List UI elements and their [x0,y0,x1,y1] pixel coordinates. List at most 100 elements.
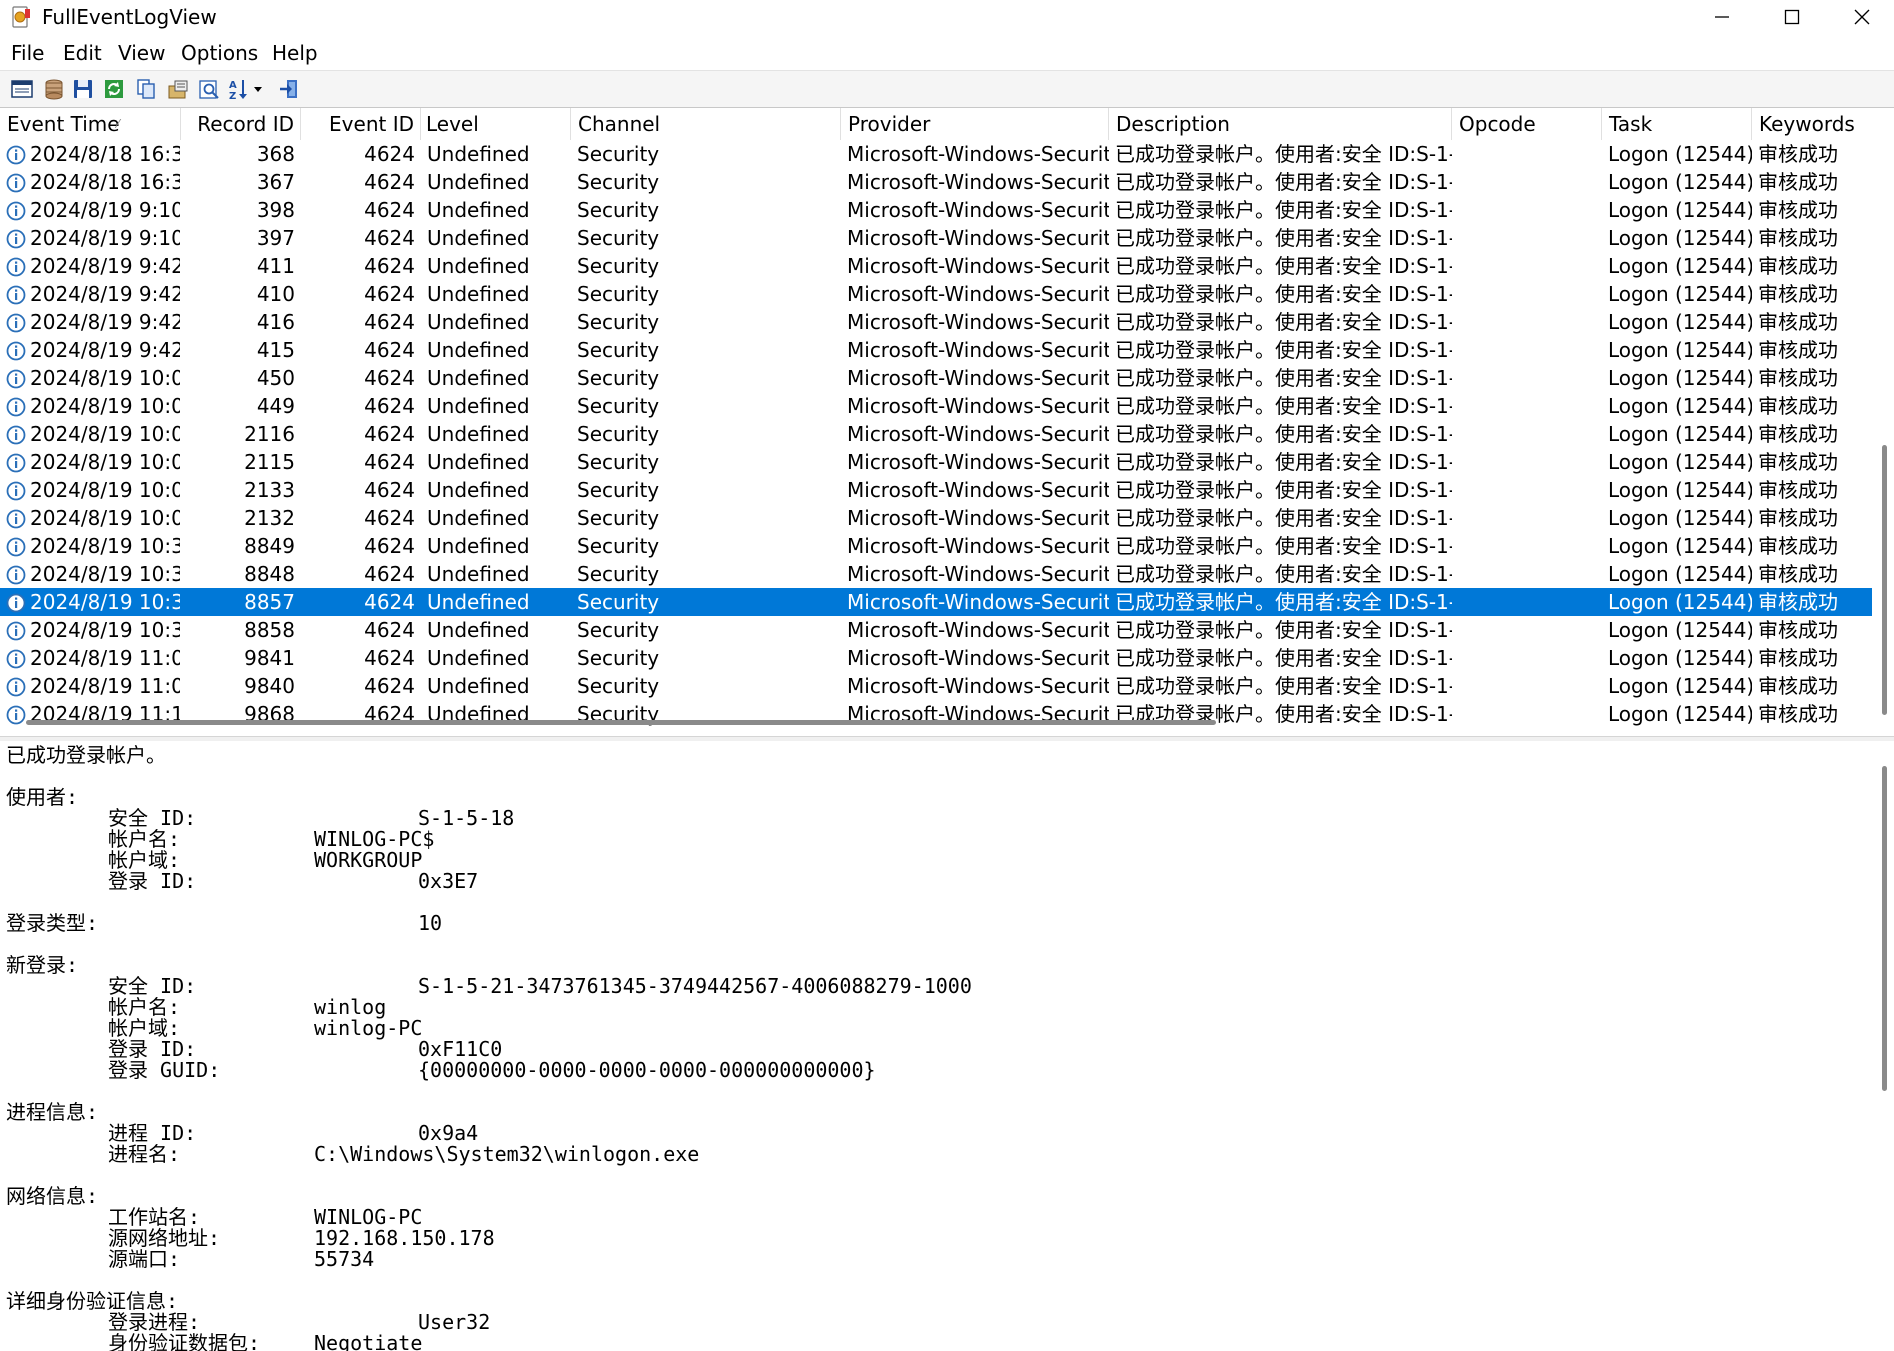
column-header-description[interactable]: Description [1109,108,1452,140]
table-row[interactable]: 2024/8/19 10:0... 449 4624 Undefined Securit… [0,392,1872,420]
column-header-event-id[interactable]: Event ID [301,108,421,140]
column-header-provider[interactable]: Provider [841,108,1109,140]
subject-field-value: S-1-5-18 [418,806,515,830]
table-row[interactable]: 2024/8/19 10:0... 2133 4624 Undefined Securi… [0,476,1872,504]
sort-button[interactable]: AZ [226,76,268,102]
cell-channel: Security [577,590,660,614]
column-header-record-id[interactable]: Record ID [181,108,301,140]
database-button[interactable] [41,76,67,102]
table-row[interactable]: 2024/8/19 10:3... 8858 4624 Undefined Securi… [0,616,1872,644]
subject-field-value: WORKGROUP [314,848,423,872]
refresh-button[interactable] [101,76,127,102]
cell-event-id: 4624 [364,366,415,390]
table-row[interactable]: 2024/8/18 16:3... 368 4624 Undefined Securit… [0,140,1872,168]
title-bar: FullEventLogView [0,0,1894,34]
column-header-channel[interactable]: Channel [571,108,841,140]
column-header-event-time[interactable]: Event Time ⁄ [0,108,181,140]
save-button[interactable] [70,76,96,102]
cell-task: Logon (12544) [1608,226,1752,250]
minimize-button[interactable] [1686,0,1758,34]
new-logon-field-value: 0xF11C0 [418,1037,503,1061]
details-summary: 已成功登录帐户。 [6,743,166,767]
process-field-label: 进程 ID: [108,1121,197,1145]
column-header-keywords[interactable]: Keywords [1752,108,1894,140]
table-row[interactable]: 2024/8/19 9:10... 397 4624 Undefined Securit… [0,224,1872,252]
cell-description: 已成功登录帐户。使用者:安全 ID:S-1-5... [1115,198,1452,222]
new-logon-field-label: 登录 ID: [108,1037,197,1061]
info-level-icon [6,648,26,669]
cell-keywords: 审核成功 [1758,198,1838,222]
cell-record-id: 415 [256,338,295,362]
cell-level: Undefined [427,338,530,362]
cell-event-id: 4624 [364,282,415,306]
cell-task: Logon (12544) [1608,394,1752,418]
cell-event-id: 4624 [364,534,415,558]
cell-event-time: 2024/8/18 16:3... [30,170,180,194]
menu-view[interactable]: View [118,40,165,66]
cell-event-id: 4624 [364,198,415,222]
copy-button[interactable] [133,76,159,102]
table-row[interactable]: 2024/8/19 9:42... 410 4624 Undefined Securit… [0,280,1872,308]
cell-task: Logon (12544) [1608,170,1752,194]
subject-field-label: 安全 ID: [108,806,197,830]
table-row[interactable]: 2024/8/19 9:42... 411 4624 Undefined Securit… [0,252,1872,280]
event-list[interactable]: Event Time ⁄ Record ID Event ID Level Ch… [0,107,1894,737]
properties-button[interactable] [9,76,35,102]
cell-task: Logon (12544) [1608,562,1752,586]
list-vertical-scroll-thumb[interactable] [1882,445,1887,715]
menu-help[interactable]: Help [272,40,318,66]
table-row[interactable]: 2024/8/19 11:0... 9840 4624 Undefined Securi… [0,672,1872,700]
find-button[interactable] [196,76,222,102]
menu-edit[interactable]: Edit [63,40,102,66]
table-row[interactable]: 2024/8/19 9:42... 416 4624 Undefined Securit… [0,308,1872,336]
cell-record-id: 9841 [244,646,295,670]
cell-opcode [1458,280,1602,308]
cell-keywords: 审核成功 [1758,310,1838,334]
cell-level: Undefined [427,254,530,278]
cell-description: 已成功登录帐户。使用者:安全 ID:S-1-5... [1115,674,1452,698]
cell-event-id: 4624 [364,450,415,474]
menu-options[interactable]: Options [181,40,258,66]
cell-description: 已成功登录帐户。使用者:安全 ID:S-1-5... [1115,366,1452,390]
cell-level: Undefined [427,142,530,166]
cell-task: Logon (12544) [1608,282,1752,306]
close-button[interactable] [1826,0,1894,34]
table-row[interactable]: 2024/8/19 10:0... 2115 4624 Undefined Securi… [0,448,1872,476]
list-horizontal-scroll-thumb[interactable] [26,720,1216,725]
cell-channel: Security [577,562,660,586]
cell-opcode [1458,672,1602,700]
cell-provider: Microsoft-Windows-Securit... [847,282,1109,306]
table-row[interactable]: 2024/8/18 16:3... 367 4624 Undefined Securit… [0,168,1872,196]
column-header-opcode[interactable]: Opcode [1452,108,1602,140]
cell-keywords: 审核成功 [1758,366,1838,390]
new-logon-field-label: 帐户域: [108,1016,181,1040]
table-row[interactable]: 2024/8/19 10:0... 2116 4624 Undefined Securi… [0,420,1872,448]
cell-record-id: 2116 [244,422,295,446]
options-button[interactable] [165,76,191,102]
table-row[interactable]: 2024/8/19 10:0... 2132 4624 Undefined Securi… [0,504,1872,532]
cell-description: 已成功登录帐户。使用者:安全 ID:S-1-5... [1115,450,1452,474]
list-vertical-scrollbar[interactable] [1872,140,1894,715]
table-row[interactable]: 2024/8/19 9:42... 415 4624 Undefined Securit… [0,336,1872,364]
table-row[interactable]: 2024/8/19 10:3... 8849 4624 Undefined Securi… [0,532,1872,560]
cell-provider: Microsoft-Windows-Securit... [847,198,1109,222]
table-row[interactable]: 2024/8/19 10:0... 450 4624 Undefined Securit… [0,364,1872,392]
cell-description: 已成功登录帐户。使用者:安全 ID:S-1-5... [1115,618,1452,642]
maximize-button[interactable] [1756,0,1828,34]
event-details-pane[interactable]: 已成功登录帐户。 使用者: 安全 ID: S-1-5-18 帐户名: WINLOG-PC$… [0,741,1894,1351]
cell-task: Logon (12544) [1608,506,1752,530]
cell-keywords: 审核成功 [1758,674,1838,698]
cell-keywords: 审核成功 [1758,590,1838,614]
info-level-icon [6,704,26,725]
menu-file[interactable]: File [11,40,44,66]
exit-button[interactable] [276,76,302,102]
column-header-level[interactable]: Level [421,108,571,140]
cell-channel: Security [577,422,660,446]
column-header-task[interactable]: Task [1602,108,1752,140]
table-row[interactable]: 2024/8/19 11:0... 9841 4624 Undefined Securi… [0,644,1872,672]
cell-event-id: 4624 [364,142,415,166]
details-vertical-scroll-thumb[interactable] [1882,766,1887,1091]
table-row-selected[interactable]: 2024/8/19 10:3... 8857 4624 Undefined Securi… [0,588,1872,616]
table-row[interactable]: 2024/8/19 9:10... 398 4624 Undefined Securit… [0,196,1872,224]
table-row[interactable]: 2024/8/19 10:3... 8848 4624 Undefined Securi… [0,560,1872,588]
